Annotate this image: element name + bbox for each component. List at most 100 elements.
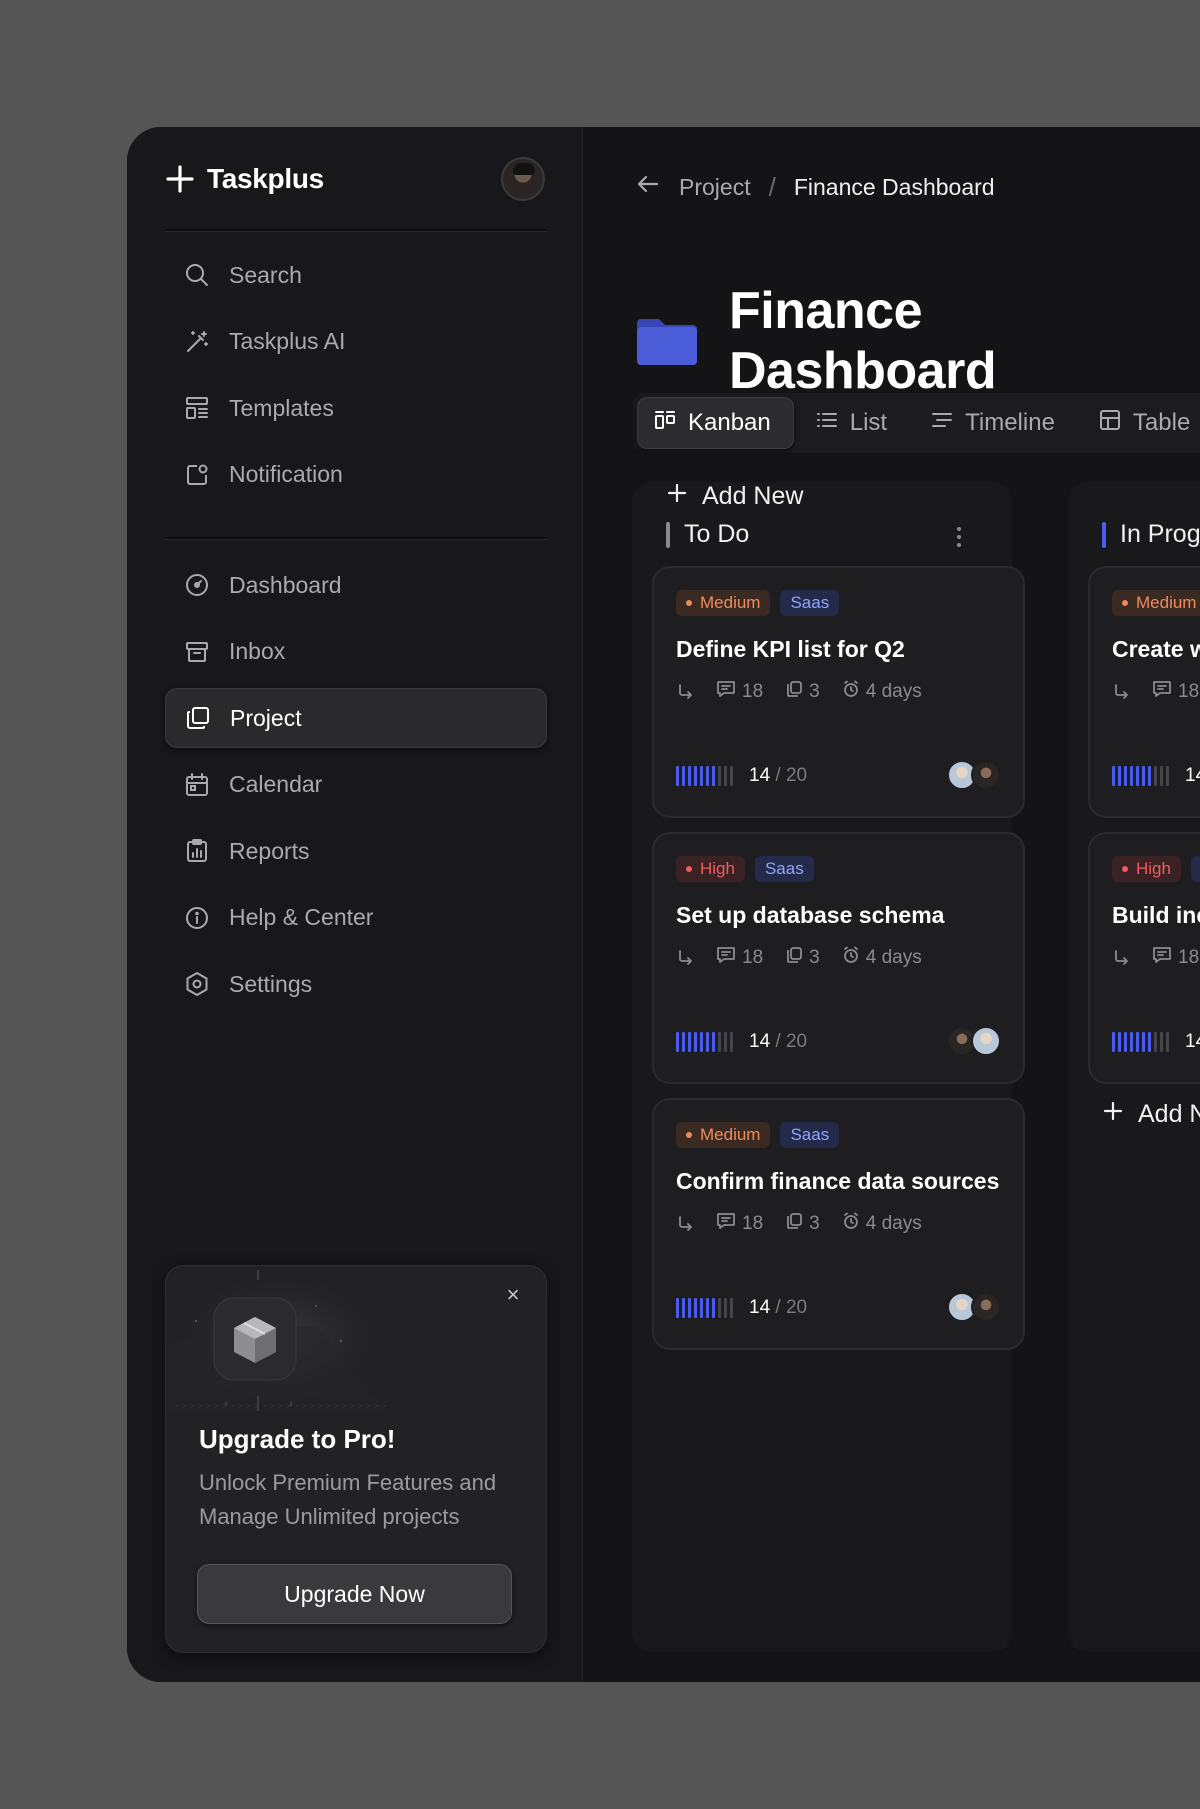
view-tabs: Kanban List Timeline Table bbox=[633, 393, 1200, 453]
task-title: Set up database schema bbox=[676, 902, 945, 928]
progress-done: 14 bbox=[1185, 1031, 1200, 1052]
more-vertical-icon[interactable] bbox=[956, 526, 962, 553]
add-new-button[interactable]: Add New bbox=[1102, 1100, 1200, 1129]
upgrade-now-button[interactable]: Upgrade Now bbox=[197, 1564, 512, 1624]
tab-label: Table bbox=[1132, 409, 1191, 436]
sidebar-item-notification[interactable]: Notification bbox=[165, 445, 547, 505]
task-card[interactable]: High Saas Build income chart 1834 days 14 / … bbox=[1088, 832, 1200, 1084]
sidebar-item-label: Notification bbox=[229, 461, 343, 487]
comments-count: 18 bbox=[716, 946, 763, 970]
assignee-avatar[interactable] bbox=[971, 760, 1001, 790]
task-card[interactable]: High Saas Set up database schema 18 3 4 days 1… bbox=[652, 832, 1025, 1084]
progress-segment bbox=[1148, 766, 1151, 786]
progress-total: / 20 bbox=[775, 1031, 808, 1052]
priority-badge: High bbox=[1112, 856, 1181, 882]
priority-label: Medium bbox=[700, 1125, 761, 1144]
upgrade-promo-card: × Upgrade to Pro! Unlock Premium Feature… bbox=[165, 1265, 547, 1653]
alarm-clock-icon bbox=[842, 946, 860, 970]
comments-count: 18 bbox=[1152, 680, 1199, 704]
sidebar-item-settings[interactable]: Settings bbox=[165, 954, 547, 1014]
progress-segment bbox=[712, 1032, 715, 1052]
brand[interactable]: Taskplus bbox=[165, 159, 324, 199]
progress-segment bbox=[706, 1032, 709, 1052]
assignee-avatars bbox=[947, 1026, 1001, 1056]
reports-icon bbox=[183, 837, 211, 865]
tab-list[interactable]: List bbox=[800, 397, 909, 449]
table-icon bbox=[1099, 409, 1121, 438]
add-new-label: Add New bbox=[1138, 1100, 1200, 1128]
subtask-icon bbox=[1112, 949, 1130, 967]
progress-segment bbox=[1166, 766, 1169, 786]
sidebar-item-project[interactable]: Project bbox=[165, 688, 547, 748]
sidebar-item-calendar[interactable]: Calendar bbox=[165, 755, 547, 815]
attachment-icon bbox=[785, 946, 803, 970]
breadcrumb: Project / Finance Dashboard bbox=[635, 171, 995, 203]
progress-total: / 20 bbox=[775, 1297, 808, 1318]
progress-bar bbox=[1112, 766, 1169, 786]
tab-table[interactable]: Table bbox=[1083, 397, 1200, 449]
kanban-column: To Do Medium Saas Define KPI list for Q2 18 3… bbox=[632, 482, 1025, 1652]
sidebar-divider bbox=[165, 229, 547, 232]
tab-label: Timeline bbox=[965, 409, 1055, 436]
progress-segment bbox=[700, 1298, 703, 1318]
progress-segment bbox=[1124, 766, 1127, 786]
priority-label: High bbox=[1136, 859, 1171, 878]
user-avatar[interactable] bbox=[501, 157, 545, 201]
progress-bar bbox=[676, 1298, 733, 1318]
task-card[interactable]: Medium Saas Confirm finance data sources 18… bbox=[652, 1098, 1025, 1350]
priority-badge: Medium bbox=[676, 1122, 771, 1148]
add-new-button[interactable]: Add New bbox=[666, 482, 803, 511]
sidebar-item-taskplus-ai[interactable]: Taskplus AI bbox=[165, 312, 547, 372]
tab-timeline[interactable]: Timeline bbox=[915, 397, 1077, 449]
due-value: 4 days bbox=[865, 1213, 922, 1234]
back-arrow-icon[interactable] bbox=[635, 171, 661, 203]
sidebar-item-label: Help & Center bbox=[229, 904, 374, 930]
progress-segment bbox=[1160, 1032, 1163, 1052]
assignee-avatars bbox=[947, 760, 1001, 790]
task-progress: 14 / 20 bbox=[676, 765, 807, 787]
sidebar-item-label: Settings bbox=[229, 970, 313, 997]
sidebar-item-dashboard[interactable]: Dashboard bbox=[165, 555, 547, 615]
task-title: Build income chart bbox=[1112, 902, 1200, 928]
attachments-count: 3 bbox=[785, 1212, 820, 1236]
assignee-avatar[interactable] bbox=[971, 1026, 1001, 1056]
task-progress: 14 / 20 bbox=[676, 1297, 807, 1319]
priority-label: High bbox=[700, 859, 735, 878]
task-card[interactable]: Medium Saas Define KPI list for Q2 18 3 4 day… bbox=[652, 566, 1025, 818]
column-accent-bar bbox=[666, 521, 670, 548]
assignee-avatar[interactable] bbox=[971, 1292, 1001, 1322]
progress-segment bbox=[718, 1032, 721, 1052]
task-tags: High Saas bbox=[676, 856, 814, 882]
sidebar-item-templates[interactable]: Templates bbox=[165, 378, 547, 438]
progress-count: 14 / 20 bbox=[749, 1297, 807, 1319]
task-card[interactable]: MediumSaas Create wireframes 1834 days 14 /… bbox=[1088, 566, 1200, 818]
sidebar-item-reports[interactable]: Reports bbox=[165, 821, 547, 881]
due-value: 4 days bbox=[865, 947, 922, 968]
progress-segment bbox=[676, 766, 679, 786]
progress-done: 14 bbox=[1185, 765, 1200, 786]
progress-segment bbox=[694, 1032, 697, 1052]
progress-segment bbox=[1136, 1032, 1139, 1052]
info-icon bbox=[183, 904, 211, 932]
priority-badge: Medium bbox=[676, 590, 771, 616]
taskplus-logo-icon bbox=[165, 164, 195, 194]
comments-count: 18 bbox=[716, 1212, 763, 1236]
category-badge: Saas bbox=[754, 856, 814, 882]
promo-title: Upgrade to Pro! bbox=[199, 1424, 396, 1454]
sidebar-item-label: Calendar bbox=[229, 771, 323, 797]
comment-icon bbox=[716, 1212, 736, 1236]
upgrade-cube-illustration bbox=[166, 1266, 396, 1411]
column-header: In Progress bbox=[1102, 520, 1200, 549]
alarm-clock-icon bbox=[842, 1212, 860, 1236]
sidebar-item-help-center[interactable]: Help & Center bbox=[165, 888, 547, 948]
sidebar-item-inbox[interactable]: Inbox bbox=[165, 622, 547, 682]
sidebar-item-label: Inbox bbox=[229, 638, 286, 664]
progress-segment bbox=[718, 1298, 721, 1318]
breadcrumb-parent[interactable]: Project bbox=[679, 174, 751, 201]
progress-segment bbox=[688, 1032, 691, 1052]
sidebar-item-search[interactable]: Search bbox=[165, 245, 547, 305]
progress-segment bbox=[700, 766, 703, 786]
subtask-icon bbox=[676, 1215, 694, 1233]
close-icon[interactable]: × bbox=[502, 1282, 524, 1307]
tab-kanban[interactable]: Kanban bbox=[637, 397, 794, 449]
